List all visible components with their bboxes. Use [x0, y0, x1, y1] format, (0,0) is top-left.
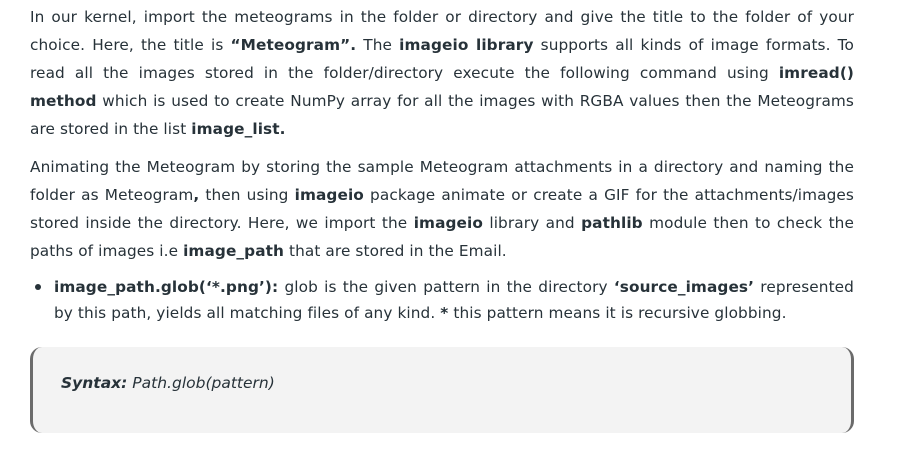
bold-imageio: imageio	[294, 186, 364, 204]
syntax-label: Syntax:	[61, 374, 128, 392]
text-run: that are stored in the Email.	[284, 242, 507, 260]
text-run: glob is the given pattern in the directo…	[278, 278, 614, 296]
bold-pathlib: pathlib	[581, 214, 643, 232]
text-run: The	[356, 36, 400, 54]
bullet-item-glob: image_path.glob(‘*.png’): glob is the gi…	[35, 274, 854, 326]
bold-image-path: image_path	[183, 242, 285, 260]
bold-imageio-library: imageio library	[399, 36, 534, 54]
syntax-box: Syntax: Path.glob(pattern)	[30, 347, 854, 433]
bold-source-images: ‘source_images’	[613, 278, 755, 296]
bullet-list: image_path.glob(‘*.png’): glob is the gi…	[30, 274, 854, 326]
paragraph-animating-meteogram: Animating the Meteogram by storing the s…	[30, 153, 854, 265]
syntax-code: Path.glob(pattern)	[127, 374, 275, 392]
text-run: library and	[482, 214, 582, 232]
paragraph-meteogram-import: In our kernel, import the meteograms in …	[30, 3, 854, 143]
text-run: which is used to create NumPy array for …	[30, 92, 854, 138]
syntax-line: Syntax: Path.glob(pattern)	[61, 374, 275, 392]
text-run: then using	[199, 186, 295, 204]
bold-title-meteogram: “Meteogram”.	[230, 36, 357, 54]
bold-image-list: image_list.	[191, 120, 286, 138]
bold-glob-call: image_path.glob(‘*.png’):	[54, 278, 279, 296]
article-content: In our kernel, import the meteograms in …	[30, 3, 854, 326]
bold-imageio: imageio	[413, 214, 483, 232]
text-run: this pattern means it is recursive globb…	[448, 304, 787, 322]
